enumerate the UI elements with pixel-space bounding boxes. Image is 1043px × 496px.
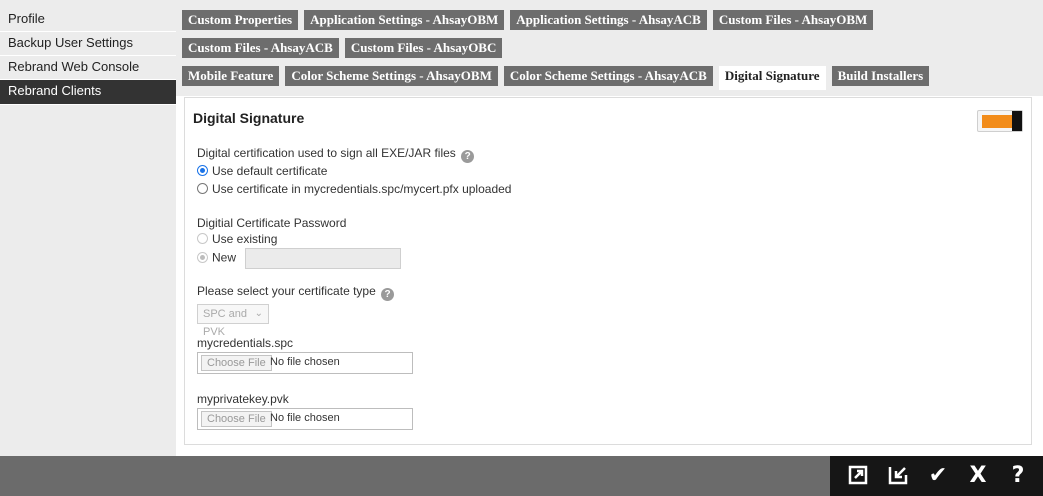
- tab-digital-signature[interactable]: Digital Signature: [718, 66, 826, 90]
- cert-option-default[interactable]: Use default certificate: [197, 164, 327, 178]
- tab-color-scheme-ahsayacb[interactable]: Color Scheme Settings - AhsayACB: [503, 66, 713, 86]
- radio-new[interactable]: [197, 251, 208, 263]
- type-label-text: Please select your certificate type: [197, 284, 376, 298]
- tab-row-3: Mobile Feature Color Scheme Settings - A…: [176, 66, 930, 90]
- certificate-type-select[interactable]: SPC and PVK ⌄: [197, 304, 269, 338]
- tab-mobile-feature[interactable]: Mobile Feature: [182, 66, 280, 86]
- sidebar-item-backup-user-settings[interactable]: Backup User Settings: [0, 32, 176, 56]
- pwd-option-new[interactable]: New: [197, 248, 402, 269]
- cert-option-uploaded[interactable]: Use certificate in mycredentials.spc/myc…: [197, 182, 511, 196]
- new-password-input[interactable]: [245, 248, 402, 269]
- tab-row-1: Custom Properties Application Settings -…: [176, 10, 874, 32]
- digital-signature-toggle[interactable]: [977, 110, 1023, 132]
- radio-use-existing[interactable]: [197, 233, 208, 244]
- tab-application-settings-ahsayobm[interactable]: Application Settings - AhsayOBM: [304, 10, 505, 30]
- tab-custom-properties[interactable]: Custom Properties: [182, 10, 299, 30]
- sidebar-item-rebrand-web-console[interactable]: Rebrand Web Console: [0, 56, 176, 80]
- pwd-option-existing-label: Use existing: [212, 232, 278, 246]
- check-icon[interactable]: ✔: [926, 464, 950, 488]
- tab-color-scheme-ahsayobm[interactable]: Color Scheme Settings - AhsayOBM: [285, 66, 498, 86]
- export-icon[interactable]: [846, 464, 870, 488]
- cert-label: Digital certification used to sign all E…: [197, 146, 475, 163]
- spc-choose-file-button[interactable]: Choose File: [201, 355, 272, 371]
- sidebar-item-rebrand-clients[interactable]: Rebrand Clients: [0, 80, 176, 105]
- chevron-down-icon: ⌄: [254, 308, 263, 319]
- tab-row-2: Custom Files - AhsayACB Custom Files - A…: [176, 38, 503, 60]
- pwd-label: Digitial Certificate Password: [197, 216, 347, 230]
- pwd-option-existing[interactable]: Use existing: [197, 232, 277, 246]
- tab-build-installers[interactable]: Build Installers: [831, 66, 930, 86]
- sidebar: Profile Backup User Settings Rebrand Web…: [0, 8, 176, 456]
- pvk-label: myprivatekey.pvk: [197, 392, 289, 406]
- pvk-file-input[interactable]: Choose File No file chosen: [197, 408, 413, 430]
- cert-option-uploaded-label: Use certificate in mycredentials.spc/myc…: [212, 182, 512, 196]
- question-icon[interactable]: ?: [381, 288, 395, 301]
- panel-title: Digital Signature: [193, 110, 305, 126]
- certificate-type-value: SPC and PVK: [203, 308, 248, 338]
- spc-file-input[interactable]: Choose File No file chosen: [197, 352, 413, 374]
- type-label: Please select your certificate type ?: [197, 284, 395, 301]
- cert-label-text: Digital certification used to sign all E…: [197, 146, 456, 160]
- pvk-file-status: No file chosen: [270, 412, 340, 424]
- tab-custom-files-ahsayobc[interactable]: Custom Files - AhsayOBC: [344, 38, 503, 58]
- help-icon[interactable]: ?: [1006, 464, 1030, 488]
- cert-option-default-label: Use default certificate: [212, 164, 328, 178]
- toggle-knob: [1012, 111, 1022, 131]
- action-toolbar: ✔ X ?: [830, 456, 1043, 496]
- spc-file-status: No file chosen: [270, 356, 340, 368]
- close-icon[interactable]: X: [966, 464, 990, 488]
- radio-default-certificate[interactable]: [197, 165, 208, 176]
- tab-bar: Custom Properties Application Settings -…: [176, 8, 1043, 96]
- question-icon[interactable]: ?: [461, 150, 475, 163]
- tab-custom-files-ahsayacb[interactable]: Custom Files - AhsayACB: [182, 38, 339, 58]
- top-strip: [0, 0, 1043, 8]
- spc-label: mycredentials.spc: [197, 336, 294, 350]
- tab-custom-files-ahsayobm[interactable]: Custom Files - AhsayOBM: [712, 10, 874, 30]
- sidebar-item-profile[interactable]: Profile: [0, 8, 176, 32]
- toggle-fill: [982, 115, 1012, 128]
- radio-uploaded-certificate[interactable]: [197, 183, 208, 194]
- pwd-option-new-label: New: [212, 250, 237, 265]
- pvk-choose-file-button[interactable]: Choose File: [201, 411, 272, 427]
- digital-signature-panel: Digital Signature Digital certification …: [184, 97, 1032, 445]
- import-icon[interactable]: [886, 464, 910, 488]
- tab-application-settings-ahsayacb[interactable]: Application Settings - AhsayACB: [510, 10, 707, 30]
- bottom-bar: ✔ X ?: [0, 456, 1043, 496]
